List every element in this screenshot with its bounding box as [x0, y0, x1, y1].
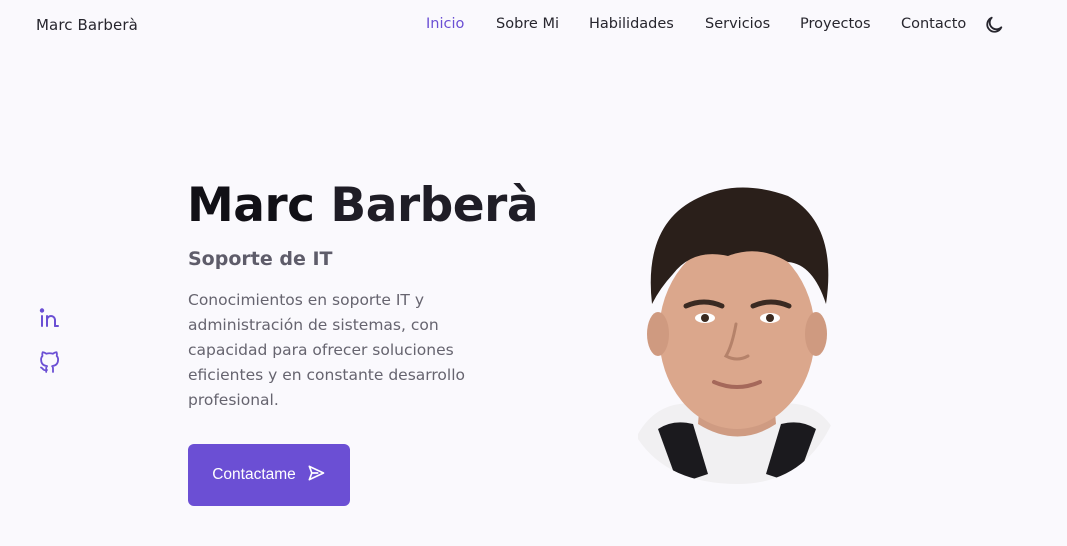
hero-last-name: Barberà [330, 178, 539, 233]
moon-icon[interactable] [983, 14, 1005, 36]
contact-button-label: Contactame [212, 466, 296, 483]
nav-item-contacto[interactable]: Contacto [901, 16, 966, 32]
nav-item-habilidades[interactable]: Habilidades [589, 16, 674, 32]
profile-photo [638, 184, 836, 484]
linkedin-icon[interactable] [38, 306, 62, 330]
site-logo[interactable]: Marc Barberà [36, 16, 138, 34]
hero-subtitle: Soporte de IT [188, 248, 333, 270]
nav-item-sobre-mi[interactable]: Sobre Mi [496, 16, 559, 32]
send-icon [306, 463, 326, 488]
github-icon[interactable] [38, 351, 62, 375]
hero-title: Marc Barberà [187, 178, 539, 233]
site-header: Marc Barberà Inicio Sobre Mi Habilidades… [0, 0, 1067, 52]
hero-first-name: Marc [187, 178, 315, 233]
contact-button[interactable]: Contactame [188, 444, 350, 506]
hero-description: Conocimientos en soporte IT y administra… [188, 291, 465, 409]
nav-item-proyectos[interactable]: Proyectos [800, 16, 871, 32]
nav-item-inicio[interactable]: Inicio [426, 16, 464, 32]
nav-item-servicios[interactable]: Servicios [705, 16, 770, 32]
